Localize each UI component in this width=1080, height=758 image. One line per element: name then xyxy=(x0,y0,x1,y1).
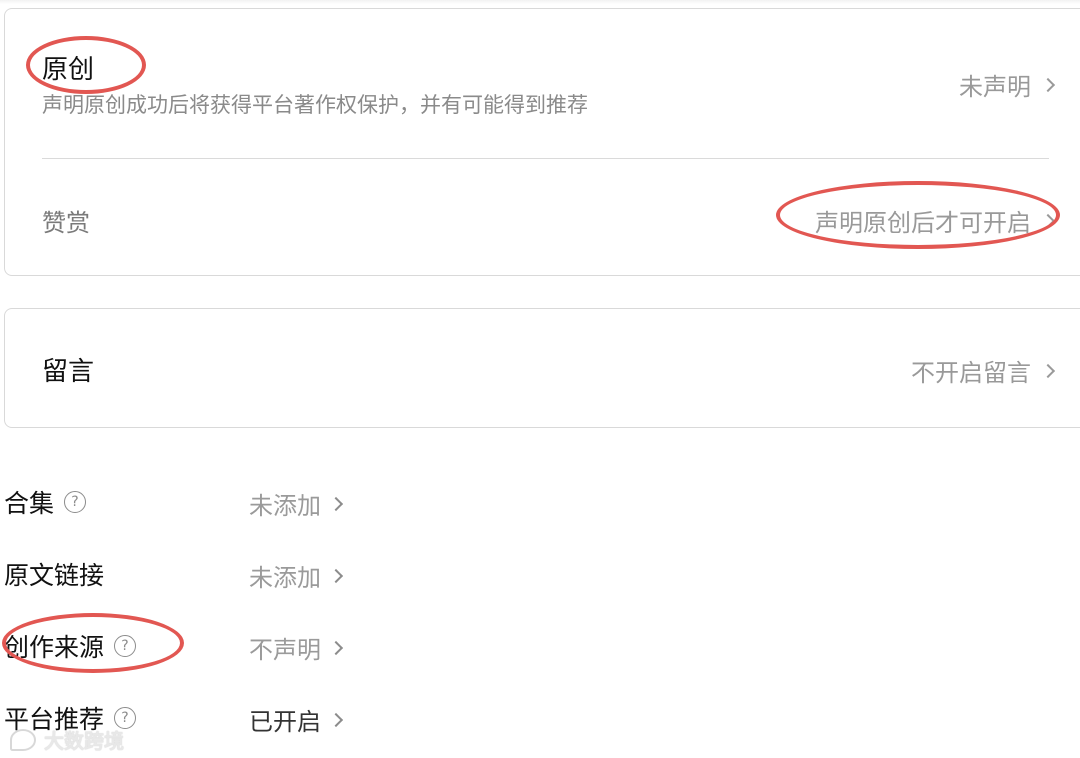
original-description: 声明原创成功后将获得平台著作权保护，并有可能得到推荐 xyxy=(42,93,588,117)
list-item-label: 创作来源 xyxy=(4,633,105,662)
reward-title: 赞赏 xyxy=(42,209,90,237)
comment-row[interactable]: 留言 不开启留言 xyxy=(5,309,1080,429)
chevron-right-icon xyxy=(1040,213,1056,228)
chevron-right-icon xyxy=(1040,77,1056,92)
chevron-right-icon xyxy=(328,712,344,727)
comment-settings-card: 留言 不开启留言 xyxy=(4,308,1080,428)
list-item-creation-source-value[interactable]: 不声明 xyxy=(249,630,344,665)
list-item-source-link-label: 原文链接 xyxy=(4,556,104,592)
question-circle-icon[interactable]: ? xyxy=(64,491,87,513)
original-title: 原创 xyxy=(42,55,95,85)
original-row[interactable]: 原创 声明原创成功后将获得平台著作权保护，并有可能得到推荐 未声明 xyxy=(5,9,1080,159)
comment-title: 留言 xyxy=(42,357,95,387)
list-item-creation-source-label: 创作来源 ? xyxy=(4,628,137,664)
list-item-platform-recommend-value[interactable]: 已开启 xyxy=(249,702,344,737)
watermark: 大数跨境 xyxy=(10,725,124,754)
top-edge xyxy=(0,0,1080,4)
chevron-right-icon xyxy=(1040,363,1056,378)
comment-value-text: 不开启留言 xyxy=(911,359,1031,387)
list-item-label: 合集 xyxy=(4,489,55,518)
reward-value[interactable]: 声明原创后才可开启 xyxy=(815,203,1057,238)
list-item-value: 已开启 xyxy=(249,708,321,736)
list-item-value: 未添加 xyxy=(249,492,321,520)
original-value-text: 未声明 xyxy=(959,73,1031,101)
reward-value-text: 声明原创后才可开启 xyxy=(815,209,1031,237)
list-item-label: 原文链接 xyxy=(4,561,105,590)
chevron-right-icon xyxy=(328,640,344,655)
chevron-right-icon xyxy=(328,496,344,511)
original-value[interactable]: 未声明 xyxy=(959,67,1057,102)
list-item-value: 未添加 xyxy=(249,564,321,592)
chevron-right-icon xyxy=(328,568,344,583)
original-settings-card: 原创 声明原创成功后将获得平台著作权保护，并有可能得到推荐 未声明 赞赏 声明原… xyxy=(4,8,1080,276)
watermark-logo-icon xyxy=(10,728,36,751)
comment-value[interactable]: 不开启留言 xyxy=(911,353,1057,388)
watermark-text: 大数跨境 xyxy=(44,729,124,753)
question-circle-icon[interactable]: ? xyxy=(114,635,137,657)
reward-row[interactable]: 赞赏 声明原创后才可开启 xyxy=(5,159,1080,277)
list-item-collection-label: 合集 ? xyxy=(4,484,87,520)
list-item-value: 不声明 xyxy=(249,636,321,664)
list-item-collection-value[interactable]: 未添加 xyxy=(249,486,344,521)
list-item-source-link-value[interactable]: 未添加 xyxy=(249,558,344,593)
